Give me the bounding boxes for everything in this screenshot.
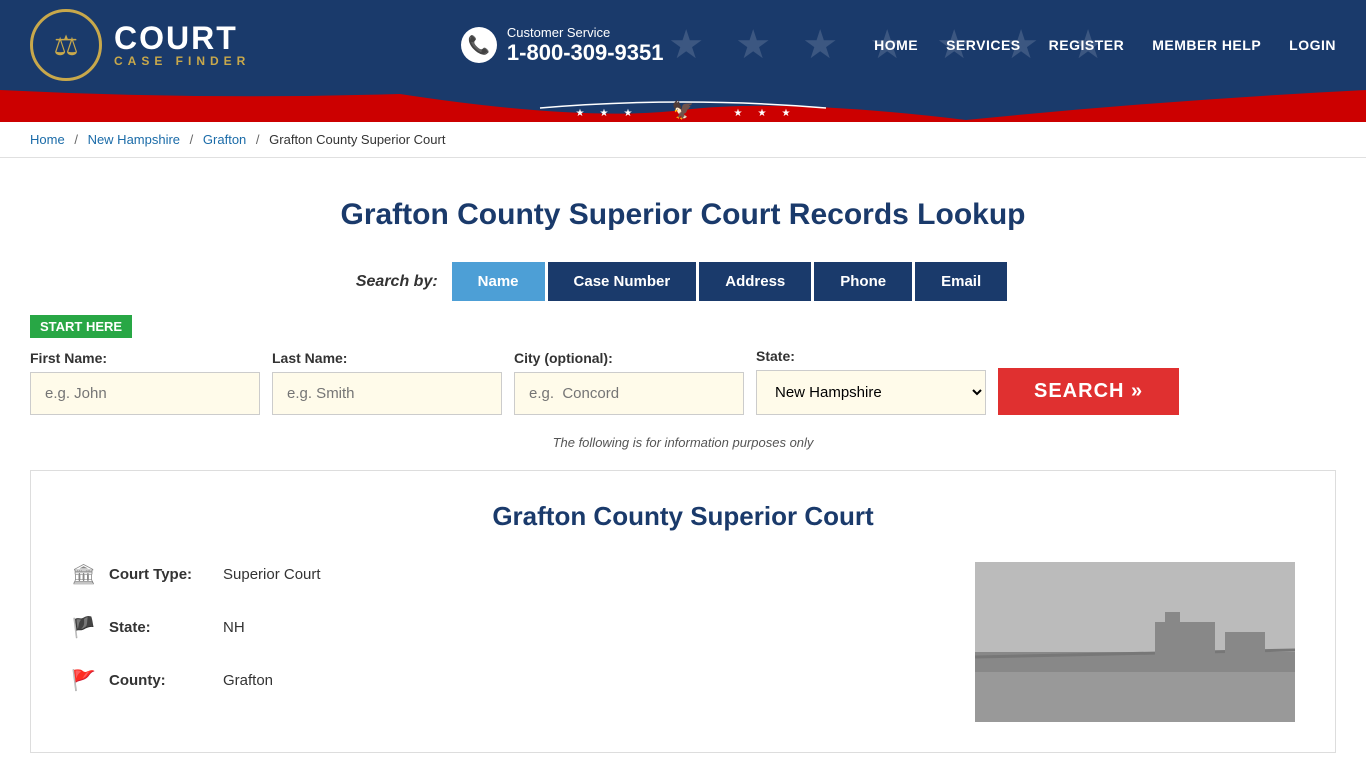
svg-text:🦅: 🦅: [672, 99, 694, 120]
info-note: The following is for information purpose…: [30, 435, 1336, 450]
breadcrumb-sep-1: /: [74, 132, 78, 147]
nav-services[interactable]: SERVICES: [946, 37, 1021, 53]
state-detail-label: State:: [109, 619, 209, 636]
nav-login[interactable]: LOGIN: [1289, 37, 1336, 53]
court-type-row: 🏛 Court Type: Superior Court: [71, 562, 935, 587]
svg-text:★: ★: [734, 108, 743, 119]
first-name-group: First Name:: [30, 350, 260, 415]
phone-label: Customer Service: [507, 25, 664, 40]
last-name-group: Last Name:: [272, 350, 502, 415]
page-title: Grafton County Superior Court Records Lo…: [30, 198, 1336, 232]
logo-subtitle: CASE FINDER: [114, 54, 250, 68]
court-type-icon: 🏛: [71, 562, 95, 587]
last-name-label: Last Name:: [272, 350, 502, 366]
court-card: Grafton County Superior Court 🏛 Court Ty…: [30, 470, 1336, 753]
phone-icon: 📞: [461, 27, 497, 63]
breadcrumb-county[interactable]: Grafton: [203, 132, 246, 147]
court-type-label: Court Type:: [109, 566, 209, 583]
court-type-value: Superior Court: [223, 566, 321, 583]
first-name-input[interactable]: [30, 372, 260, 415]
main-nav: HOME SERVICES REGISTER MEMBER HELP LOGIN: [874, 37, 1336, 53]
svg-text:★: ★: [600, 108, 609, 119]
phone-text: Customer Service 1-800-309-9351: [507, 25, 664, 66]
court-image: [975, 562, 1295, 722]
svg-text:★: ★: [624, 108, 633, 119]
county-icon: 🚩: [71, 668, 95, 693]
search-button[interactable]: SEARCH »: [998, 368, 1179, 415]
logo-area: ⚖ COURT CASE FINDER: [30, 9, 250, 81]
state-detail-value: NH: [223, 619, 245, 636]
phone-number: 1-800-309-9351: [507, 40, 664, 66]
court-card-content: 🏛 Court Type: Superior Court 🏴 State: NH…: [71, 562, 1295, 722]
search-form-row: First Name: Last Name: City (optional): …: [30, 348, 1336, 415]
state-label: State:: [756, 348, 986, 364]
state-icon: 🏴: [71, 615, 95, 640]
logo-icon: ⚖: [30, 9, 102, 81]
tab-case-number[interactable]: Case Number: [548, 262, 697, 301]
site-header: ★ ★ ★ ★ ★ ★ ★ ⚖ COURT CASE FINDER 📞 Cust…: [0, 0, 1366, 90]
svg-text:★: ★: [782, 108, 791, 119]
city-group: City (optional):: [514, 350, 744, 415]
county-value: Grafton: [223, 672, 273, 689]
county-row: 🚩 County: Grafton: [71, 668, 935, 693]
start-here-badge: START HERE: [30, 315, 132, 338]
city-input[interactable]: [514, 372, 744, 415]
court-image-svg: [975, 562, 1295, 722]
first-name-label: First Name:: [30, 350, 260, 366]
breadcrumb: Home / New Hampshire / Grafton / Grafton…: [0, 122, 1366, 158]
main-content: Grafton County Superior Court Records Lo…: [0, 158, 1366, 773]
state-select[interactable]: New Hampshire Vermont Maine Massachusett…: [756, 370, 986, 415]
breadcrumb-sep-2: /: [190, 132, 194, 147]
svg-text:★: ★: [758, 108, 767, 119]
breadcrumb-sep-3: /: [256, 132, 260, 147]
ribbon-svg: 🦅 ★ ★ ★ ★ ★ ★: [0, 90, 1366, 122]
logo-title: COURT: [114, 22, 250, 54]
breadcrumb-current: Grafton County Superior Court: [269, 132, 445, 147]
search-by-label: Search by:: [356, 273, 438, 291]
search-by-row: Search by: Name Case Number Address Phon…: [30, 262, 1336, 301]
svg-text:★: ★: [576, 108, 585, 119]
nav-home[interactable]: HOME: [874, 37, 918, 53]
last-name-input[interactable]: [272, 372, 502, 415]
nav-member-help[interactable]: MEMBER HELP: [1152, 37, 1261, 53]
state-row: 🏴 State: NH: [71, 615, 935, 640]
breadcrumb-state[interactable]: New Hampshire: [88, 132, 180, 147]
court-card-title: Grafton County Superior Court: [71, 501, 1295, 532]
phone-area: 📞 Customer Service 1-800-309-9351: [461, 25, 664, 66]
county-label: County:: [109, 672, 209, 689]
tab-phone[interactable]: Phone: [814, 262, 912, 301]
court-details: 🏛 Court Type: Superior Court 🏴 State: NH…: [71, 562, 935, 722]
logo-text: COURT CASE FINDER: [114, 22, 250, 68]
city-label: City (optional):: [514, 350, 744, 366]
ribbon-area: 🦅 ★ ★ ★ ★ ★ ★: [0, 90, 1366, 122]
nav-register[interactable]: REGISTER: [1049, 37, 1125, 53]
breadcrumb-home[interactable]: Home: [30, 132, 65, 147]
search-section: Search by: Name Case Number Address Phon…: [30, 262, 1336, 415]
tab-email[interactable]: Email: [915, 262, 1007, 301]
tab-name[interactable]: Name: [452, 262, 545, 301]
state-group: State: New Hampshire Vermont Maine Massa…: [756, 348, 986, 415]
tab-address[interactable]: Address: [699, 262, 811, 301]
